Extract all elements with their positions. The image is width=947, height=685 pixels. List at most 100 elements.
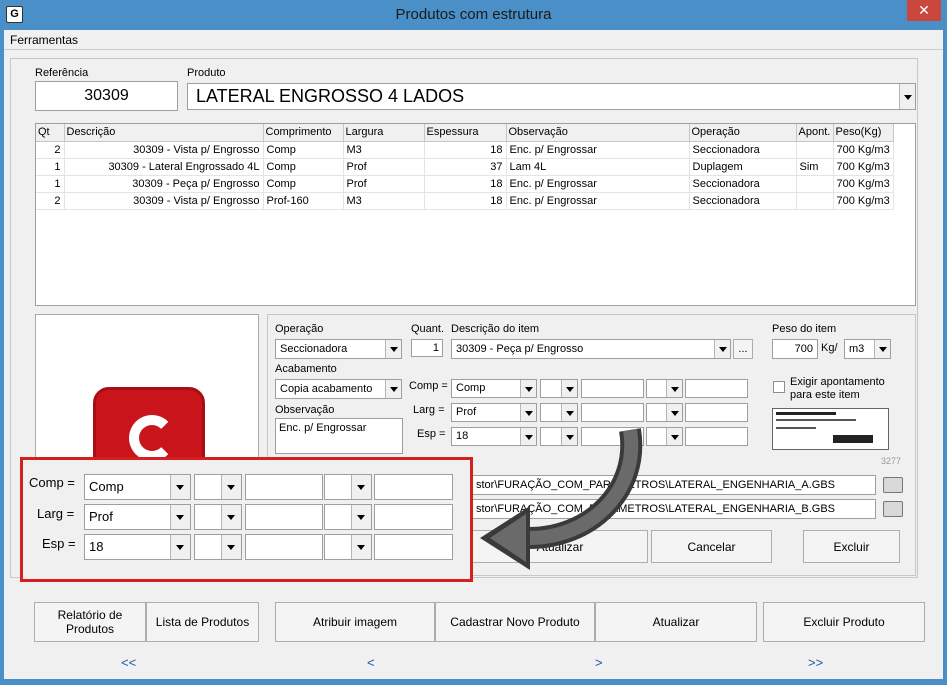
atualizar-button[interactable]: Atualizar bbox=[595, 602, 757, 642]
chevron-down-icon[interactable] bbox=[714, 340, 730, 358]
table-cell[interactable]: Comp bbox=[263, 141, 344, 159]
table-cell[interactable]: 30309 - Vista p/ Engrosso bbox=[64, 141, 264, 159]
close-button[interactable]: ✕ bbox=[907, 0, 941, 21]
comp-op2-select[interactable] bbox=[646, 379, 683, 398]
table-cell[interactable]: M3 bbox=[343, 141, 425, 159]
nav-next-button[interactable]: > bbox=[595, 655, 603, 670]
chevron-down-icon[interactable] bbox=[520, 404, 536, 421]
table-cell[interactable]: Enc. p/ Engrossar bbox=[506, 192, 690, 210]
table-cell[interactable]: 2 bbox=[36, 192, 65, 210]
table-cell[interactable] bbox=[796, 175, 834, 193]
table-cell[interactable]: 30309 - Vista p/ Engrosso bbox=[64, 192, 264, 210]
peso-unit-select[interactable]: m3 bbox=[844, 339, 891, 359]
chevron-down-icon[interactable] bbox=[170, 505, 190, 529]
table-cell[interactable]: 18 bbox=[424, 141, 507, 159]
table-cell[interactable]: 1 bbox=[36, 158, 65, 176]
table-cell[interactable]: Seccionadora bbox=[689, 175, 797, 193]
folder-b-icon[interactable] bbox=[883, 501, 903, 517]
operacao-select[interactable]: Seccionadora bbox=[275, 339, 402, 359]
chevron-down-icon[interactable] bbox=[170, 535, 190, 559]
cadastrar-button[interactable]: Cadastrar Novo Produto bbox=[435, 602, 595, 642]
referencia-field[interactable]: 30309 bbox=[35, 81, 178, 111]
chevron-down-icon[interactable] bbox=[221, 535, 241, 559]
table-cell[interactable]: 1 bbox=[36, 175, 65, 193]
atribuir-imagem-button[interactable]: Atribuir imagem bbox=[275, 602, 435, 642]
table-cell[interactable]: 18 bbox=[424, 192, 507, 210]
callout-comp-op2[interactable] bbox=[324, 474, 372, 500]
chevron-down-icon[interactable] bbox=[874, 340, 890, 358]
acabamento-select[interactable]: Copia acabamento bbox=[275, 379, 402, 399]
table-cell[interactable]: 30309 - Lateral Engrossado 4L bbox=[64, 158, 264, 176]
table-cell[interactable] bbox=[796, 192, 834, 210]
grid-column-header[interactable]: Comprimento bbox=[263, 124, 344, 142]
grid-column-header[interactable]: Operação bbox=[689, 124, 797, 142]
table-cell[interactable]: Seccionadora bbox=[689, 141, 797, 159]
table-row[interactable]: 1 30309 - Lateral Engrossado 4L Comp Prof 37… bbox=[36, 158, 894, 176]
table-cell[interactable]: 2 bbox=[36, 141, 65, 159]
callout-larg-select[interactable]: Prof bbox=[84, 504, 191, 530]
chevron-down-icon[interactable] bbox=[351, 505, 371, 529]
callout-esp-select[interactable]: 18 bbox=[84, 534, 191, 560]
table-cell[interactable]: Prof-160 bbox=[263, 192, 344, 210]
table-cell[interactable]: 700 Kg/m3 bbox=[833, 141, 894, 159]
chevron-down-icon[interactable] bbox=[561, 404, 577, 421]
observacao-field[interactable]: Enc. p/ Engrossar bbox=[275, 418, 403, 454]
comp-op-select[interactable] bbox=[540, 379, 578, 398]
table-cell[interactable]: Duplagem bbox=[689, 158, 797, 176]
relatorio-button[interactable]: Relatório de Produtos bbox=[34, 602, 146, 642]
exigir-checkbox[interactable] bbox=[773, 381, 785, 393]
table-cell[interactable]: Sim bbox=[796, 158, 834, 176]
larg-value2-field[interactable] bbox=[685, 403, 748, 422]
chevron-down-icon[interactable] bbox=[385, 340, 401, 358]
grid-column-header[interactable]: Largura bbox=[343, 124, 425, 142]
callout-esp-op[interactable] bbox=[194, 534, 242, 560]
callout-comp-op[interactable] bbox=[194, 474, 242, 500]
callout-esp-field2[interactable] bbox=[374, 534, 453, 560]
table-cell[interactable]: Comp bbox=[263, 158, 344, 176]
chevron-down-icon[interactable] bbox=[666, 380, 682, 397]
produto-select[interactable]: LATERAL ENGROSSO 4 LADOS bbox=[187, 83, 916, 110]
table-cell[interactable]: 700 Kg/m3 bbox=[833, 192, 894, 210]
table-cell[interactable]: 700 Kg/m3 bbox=[833, 175, 894, 193]
chevron-down-icon[interactable] bbox=[351, 535, 371, 559]
chevron-down-icon[interactable] bbox=[170, 475, 190, 499]
callout-comp-field[interactable] bbox=[245, 474, 323, 500]
grid-column-header[interactable]: Qt bbox=[36, 124, 65, 142]
excluir-produto-button[interactable]: Excluir Produto bbox=[763, 602, 925, 642]
table-cell[interactable]: Lam 4L bbox=[506, 158, 690, 176]
grid-column-header[interactable]: Observação bbox=[506, 124, 690, 142]
comp-value2-field[interactable] bbox=[685, 379, 748, 398]
callout-esp-op2[interactable] bbox=[324, 534, 372, 560]
comp-value-field[interactable] bbox=[581, 379, 644, 398]
nav-first-button[interactable]: << bbox=[121, 655, 136, 670]
callout-larg-op2[interactable] bbox=[324, 504, 372, 530]
chevron-down-icon[interactable] bbox=[666, 404, 682, 421]
callout-esp-field[interactable] bbox=[245, 534, 323, 560]
table-row[interactable]: 2 30309 - Vista p/ Engrosso Prof-160 M3 18 En… bbox=[36, 192, 894, 210]
chevron-down-icon[interactable] bbox=[561, 380, 577, 397]
callout-larg-op[interactable] bbox=[194, 504, 242, 530]
grid-column-header[interactable]: Descrição bbox=[64, 124, 264, 142]
chevron-down-icon[interactable] bbox=[351, 475, 371, 499]
product-image-frame[interactable] bbox=[35, 314, 259, 459]
table-cell[interactable]: Comp bbox=[263, 175, 344, 193]
menu-ferramentas[interactable]: Ferramentas bbox=[10, 33, 78, 47]
grid-column-header[interactable]: Espessura bbox=[424, 124, 507, 142]
table-cell[interactable]: 700 Kg/m3 bbox=[833, 158, 894, 176]
grid-column-header[interactable]: Peso(Kg) bbox=[833, 124, 894, 142]
callout-larg-field[interactable] bbox=[245, 504, 323, 530]
table-cell[interactable]: Prof bbox=[343, 175, 425, 193]
table-cell[interactable] bbox=[796, 141, 834, 159]
excluir-button[interactable]: Excluir bbox=[803, 530, 900, 563]
esp-value2-field[interactable] bbox=[685, 427, 748, 446]
nav-prev-button[interactable]: < bbox=[367, 655, 375, 670]
table-cell[interactable]: Enc. p/ Engrossar bbox=[506, 141, 690, 159]
table-cell[interactable]: M3 bbox=[343, 192, 425, 210]
table-cell[interactable]: 30309 - Peça p/ Engrosso bbox=[64, 175, 264, 193]
chevron-down-icon[interactable] bbox=[520, 380, 536, 397]
folder-a-icon[interactable] bbox=[883, 477, 903, 493]
callout-comp-field2[interactable] bbox=[374, 474, 453, 500]
nav-last-button[interactable]: >> bbox=[808, 655, 823, 670]
chevron-down-icon[interactable] bbox=[385, 380, 401, 398]
ellipsis-button[interactable]: ... bbox=[733, 339, 753, 359]
